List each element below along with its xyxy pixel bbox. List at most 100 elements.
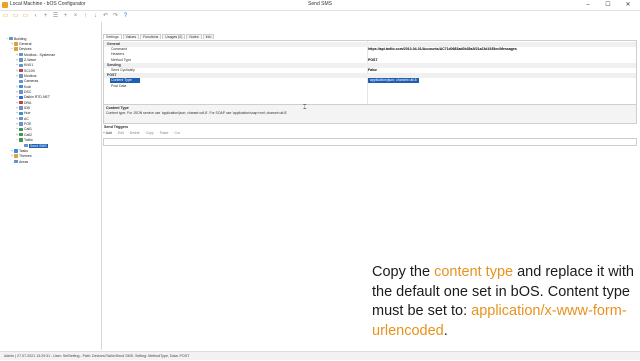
tree-item-label: Call2 (24, 132, 32, 137)
tree-item-label: DRA (24, 100, 32, 105)
tab-info[interactable]: Info (202, 34, 215, 39)
description-title: Content Type (106, 106, 129, 110)
new-icon[interactable]: ▭ (1, 12, 10, 20)
tutorial-caption: Copy the content type and replace it wit… (372, 263, 634, 341)
tree-item-label: Modbus (24, 73, 37, 78)
tree-item-label: IDB (24, 106, 30, 111)
category-label: POST (107, 73, 117, 78)
tree-node-icon (14, 42, 18, 46)
tab-values[interactable]: Values (122, 34, 140, 39)
tree-item-knx1[interactable]: + KNX1 (15, 63, 33, 68)
tree-item-daikin-rtd-net[interactable]: + Daikin RTD-NET (15, 95, 50, 100)
tree-node-icon (9, 36, 13, 41)
tree-item-call2[interactable]: + Call2 (15, 132, 32, 137)
tree-item-hue[interactable]: + Hue (15, 111, 30, 116)
tree-item-kodi[interactable]: + Kodi (15, 84, 31, 89)
device-tree: − Building + General − Devices + Modbus - Syste… (0, 22, 102, 350)
tree-node-icon (14, 47, 18, 51)
close-button[interactable]: ✕ (618, 0, 638, 10)
tree-item-label: Kodi (24, 84, 32, 89)
paste-trigger-button[interactable]: · Paste (158, 131, 169, 135)
tree-node-icon (19, 133, 23, 137)
description-text: Content type. For JSON service use 'appl… (106, 111, 288, 115)
help-icon[interactable]: ? (121, 12, 130, 20)
tree-item-label: Daikin RTD-NET (24, 95, 50, 100)
up-arrow-icon[interactable]: ↑ (81, 12, 90, 20)
tree-item-modbus-systemair[interactable]: + Modbus - Systemair (15, 52, 55, 57)
description-panel: Content Type Content type. For JSON serv… (103, 104, 637, 124)
tree-item-idb[interactable]: + IDB (15, 106, 30, 111)
save-icon[interactable]: ▭ (21, 12, 30, 20)
tree-node-icon (19, 79, 23, 83)
grid-row[interactable]: Post Data (104, 84, 636, 89)
tree-item-label: Cameras (24, 79, 39, 84)
tree-item-areas[interactable]: Areas (10, 159, 28, 164)
tree-node-icon (19, 95, 23, 100)
property-name: Post Data (111, 83, 127, 88)
tree-item-themes[interactable]: + Themes (10, 154, 32, 159)
tree-item-building[interactable]: − Building (5, 36, 27, 41)
tree-node-icon (19, 117, 23, 121)
delete-icon[interactable]: × (71, 12, 80, 20)
tree-node-icon (19, 111, 23, 116)
tree-item-label: Modbus - Systemair (24, 52, 56, 57)
caption-text: . (443, 322, 448, 339)
open-icon[interactable]: ▭ (11, 12, 20, 20)
tree-item-label: AC (24, 116, 29, 121)
tab-settings[interactable]: Settings (103, 34, 122, 39)
tree-item-poe[interactable]: + POE (15, 122, 31, 127)
down-arrow-icon[interactable]: ↓ (91, 12, 100, 20)
cut-trigger-button[interactable]: · Cut (172, 131, 179, 135)
triggers-list[interactable] (103, 138, 637, 146)
tree-item-twilio[interactable]: − Twilio (15, 138, 33, 143)
tab-notes[interactable]: Notes (186, 34, 202, 39)
tree-item-modbus[interactable]: + Modbus (15, 73, 36, 78)
caption-highlight-content-type: content type (434, 264, 514, 280)
tree-item-devices[interactable]: − Devices (10, 47, 31, 52)
tree-item-dsc[interactable]: + DSC (15, 90, 31, 95)
tree-item-label: Send SMS (29, 143, 48, 148)
redo-icon[interactable]: ↷ (111, 12, 120, 20)
undo-icon[interactable]: ↶ (101, 12, 110, 20)
caption-text: Copy the (372, 264, 435, 280)
tree-node-icon (19, 100, 23, 105)
tree-item-send-sms[interactable]: Send SMS (20, 143, 48, 148)
tree-node-icon (19, 63, 23, 67)
add-icon[interactable]: + (41, 12, 50, 20)
tree-node-icon (19, 138, 23, 142)
edit-trigger-button[interactable]: · Edit (116, 131, 124, 135)
trigger-button-label: Paste (159, 131, 169, 135)
tree-item-cameras[interactable]: Cameras (15, 79, 38, 84)
trigger-button-label: Delete (129, 131, 140, 135)
send-triggers-section: Send Triggers + Add · Edit · Delete · Copy ·… (103, 125, 637, 146)
category-label: Sending (107, 62, 121, 67)
tree-item-sc100[interactable]: + SC100 (15, 68, 35, 73)
window-controls: – ☐ ✕ (578, 0, 638, 10)
minimize-button[interactable]: – (578, 0, 598, 10)
tree-item-dra[interactable]: + DRA (15, 100, 31, 105)
delete-trigger-button[interactable]: · Delete (128, 131, 140, 135)
tree-item-z-wave[interactable]: + Z-Wave (15, 57, 36, 62)
tab-usages-0[interactable]: Usages (0) (162, 34, 186, 39)
tree-node-icon (19, 52, 23, 57)
tree-item-tasks[interactable]: + Tasks (10, 148, 28, 153)
tree-item-label: Hue (24, 111, 31, 116)
trigger-button-label: Edit (117, 131, 124, 135)
add-item-icon[interactable]: + (61, 12, 70, 20)
trigger-button-label: Copy (145, 131, 154, 135)
back-icon[interactable]: ‹ (31, 12, 40, 20)
title-bar: Local Machine - bOS Configurator Send SM… (0, 0, 640, 11)
window-title: Send SMS (308, 1, 332, 7)
tree-node-icon (19, 84, 23, 89)
tab-functions[interactable]: Functions (140, 34, 162, 39)
tree-item-label: KNX1 (24, 63, 34, 68)
tree-item-label: Call1 (24, 127, 32, 132)
list-icon[interactable]: ☰ (51, 12, 60, 20)
tree-item-ac[interactable]: + AC (15, 116, 29, 121)
tree-item-general[interactable]: + General (10, 41, 31, 46)
tree-node-icon (19, 106, 23, 110)
tree-item-call1[interactable]: + Call1 (15, 127, 32, 132)
maximize-button[interactable]: ☐ (598, 0, 618, 10)
copy-trigger-button[interactable]: · Copy (144, 131, 154, 135)
add-trigger-button[interactable]: + Add (103, 131, 112, 135)
